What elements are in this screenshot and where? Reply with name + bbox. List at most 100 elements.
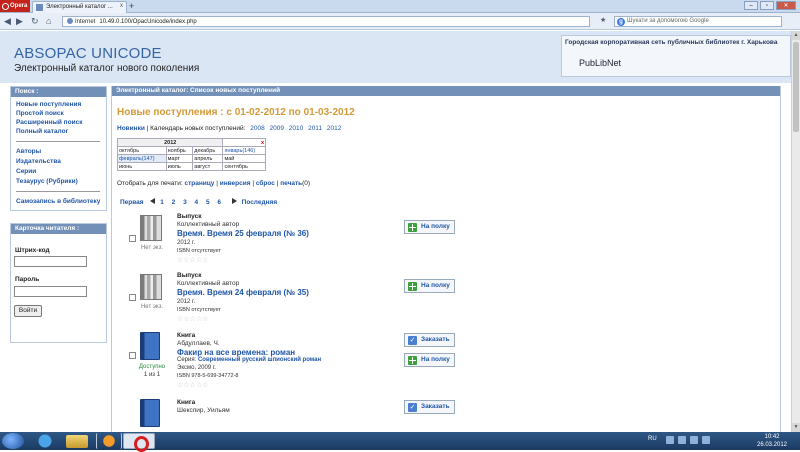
link-thesaurus[interactable]: Тезаурус (Рубрики)	[16, 178, 78, 185]
next-page-icon[interactable]	[231, 198, 237, 204]
add-to-shelf-button[interactable]: На полку	[404, 279, 455, 293]
year-2009[interactable]: 2009	[270, 125, 284, 132]
close-window-icon[interactable]: ✕	[776, 1, 796, 10]
print-link[interactable]: печать	[280, 180, 302, 187]
flag-icon[interactable]	[702, 436, 710, 444]
rating-stars[interactable]: ☆☆☆☆☆	[177, 381, 208, 389]
explorer-icon[interactable]	[66, 435, 88, 448]
network-icon[interactable]	[678, 436, 686, 444]
print-count: (0)	[302, 180, 311, 187]
select-checkbox[interactable]	[129, 352, 136, 359]
year-2012[interactable]: 2012	[327, 125, 341, 132]
pagination: Первая 1 2 3 4 5 6 Последняя	[120, 198, 283, 206]
item-title[interactable]: Факир на все времена: роман	[177, 348, 295, 357]
link-novelties[interactable]: Новинки	[117, 125, 145, 132]
scroll-thumb[interactable]	[793, 42, 799, 132]
reload-icon[interactable]: ↻	[31, 16, 39, 26]
select-checkbox[interactable]	[129, 294, 136, 301]
pager-page[interactable]: 1	[160, 199, 164, 206]
print-page-link[interactable]: страницу	[184, 180, 214, 187]
tab-title: Электронный каталог ...	[46, 4, 113, 10]
list-item: Нет экз. Выпуск Коллективный автор Время…	[112, 269, 782, 331]
item-type: Книга	[177, 399, 196, 406]
media-player-icon[interactable]	[96, 433, 122, 449]
address-url: 10.49.0.100/OpacUnicode/index.php	[99, 19, 197, 25]
order-button[interactable]: ✓ Заказать	[404, 400, 455, 414]
scroll-up-icon[interactable]: ▲	[792, 31, 800, 40]
list-item: Нет экз. Выпуск Коллективный автор Время…	[112, 210, 782, 272]
site-title[interactable]: ABSOPAC UNICODE	[14, 45, 162, 62]
add-to-shelf-button[interactable]: На полку	[404, 220, 455, 234]
calendar-year: 2012	[116, 138, 224, 147]
start-button[interactable]	[2, 433, 24, 449]
link-authors[interactable]: Авторы	[16, 148, 41, 155]
forward-icon[interactable]: ▶	[16, 16, 23, 26]
rating-stars[interactable]: ☆☆☆☆☆	[177, 256, 208, 264]
opera-menu-button[interactable]: Opera	[0, 0, 30, 12]
login-button[interactable]: Войти	[14, 305, 42, 317]
item-author: Коллективный автор	[177, 280, 240, 287]
item-title[interactable]: Время. Время 25 февраля (№ 36)	[177, 229, 309, 238]
link-series[interactable]: Серии	[16, 168, 36, 175]
prev-page-icon[interactable]	[150, 198, 156, 204]
back-icon[interactable]: ◀	[4, 16, 11, 26]
ie-icon[interactable]	[32, 433, 58, 449]
pager-last[interactable]: Последняя	[242, 199, 277, 206]
print-reset-link[interactable]: сброс	[256, 180, 275, 187]
series-link[interactable]: Современный русский шпионский роман	[198, 357, 321, 363]
calendar-month: декабрь	[192, 146, 224, 155]
select-checkbox[interactable]	[129, 235, 136, 242]
link-simple-search[interactable]: Простой поиск	[16, 110, 64, 117]
main-heading: Электронный каталог: Список новых поступ…	[112, 86, 780, 96]
new-tab-button[interactable]: +	[129, 1, 134, 11]
calendar-month: март	[165, 154, 194, 163]
item-title[interactable]: Время. Время 24 февраля (№ 35)	[177, 288, 309, 297]
tab-close-icon[interactable]: x	[120, 3, 123, 9]
clock[interactable]: 10:42 26.03.2012	[752, 433, 792, 449]
minimize-icon[interactable]: –	[744, 1, 758, 10]
pager-page[interactable]: 6	[217, 199, 221, 206]
address-bar[interactable]: Internet 10.49.0.100/OpacUnicode/index.ph…	[62, 16, 590, 27]
pager-page[interactable]: 2	[172, 199, 176, 206]
volume-icon[interactable]	[690, 436, 698, 444]
add-to-shelf-button[interactable]: На полку	[404, 353, 455, 367]
calendar-month-link[interactable]: январь(146)	[222, 146, 266, 155]
tray-arrow-icon[interactable]	[666, 436, 674, 444]
maximize-icon[interactable]: ▫	[760, 1, 774, 10]
order-button[interactable]: ✓ Заказать	[404, 333, 455, 347]
password-input[interactable]	[14, 286, 87, 297]
password-label: Пароль	[15, 276, 40, 283]
item-type: Выпуск	[177, 213, 202, 220]
link-advanced-search[interactable]: Расширенный поиск	[16, 119, 82, 126]
vertical-scrollbar[interactable]: ▲ ▼	[791, 31, 800, 432]
calendar-month-selected[interactable]: февраль(147)	[117, 154, 167, 163]
pager-page[interactable]: 4	[195, 199, 199, 206]
plus-icon	[408, 356, 417, 365]
tab-catalog[interactable]: Электронный каталог ... x	[32, 1, 127, 13]
item-isbn: ISBN 978-5-699-34772-8	[177, 373, 239, 379]
year-2008[interactable]: 2008	[250, 125, 264, 132]
pager-first[interactable]: Первая	[120, 199, 144, 206]
availability: Нет экз.	[140, 245, 164, 251]
link-new-arrivals[interactable]: Новые поступления	[16, 101, 81, 108]
year-2011[interactable]: 2011	[308, 125, 322, 132]
barcode-input[interactable]	[14, 256, 87, 267]
item-type: Книга	[177, 332, 196, 339]
link-publishers[interactable]: Издательства	[16, 158, 61, 165]
pager-page[interactable]: 5	[206, 199, 210, 206]
link-full-catalog[interactable]: Полный каталог	[16, 128, 68, 135]
link-self-registration[interactable]: Самозапись в библиотеку	[16, 198, 100, 205]
opera-taskbar-icon[interactable]	[123, 433, 155, 452]
scroll-down-icon[interactable]: ▼	[792, 423, 800, 432]
calendar-close-icon[interactable]: x	[222, 138, 266, 147]
language-indicator[interactable]: RU	[648, 436, 657, 442]
bookmark-icon[interactable]: ★	[600, 16, 606, 26]
year-2010[interactable]: 2010	[289, 125, 303, 132]
print-invert-link[interactable]: инверсия	[220, 180, 251, 187]
rating-stars[interactable]: ☆☆☆☆☆	[177, 315, 208, 323]
home-icon[interactable]: ⌂	[46, 16, 51, 26]
search-input[interactable]: g Шукати за допомогою Google	[614, 16, 782, 27]
taskbar: RU 10:42 26.03.2012	[0, 432, 800, 452]
pager-page[interactable]: 3	[183, 199, 187, 206]
barcode-label: Штрих-код	[15, 247, 50, 254]
